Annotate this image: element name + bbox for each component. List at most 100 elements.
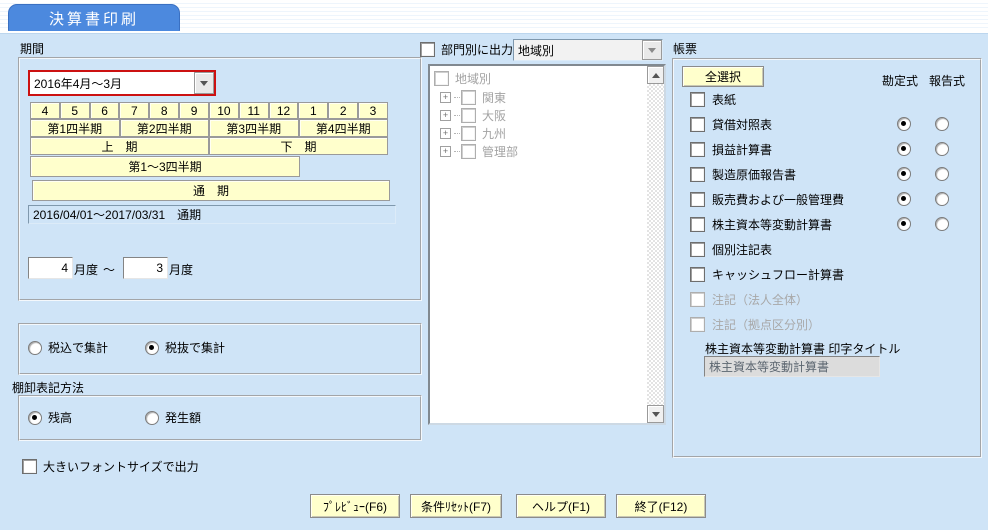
fiscal-year-dropdown[interactable]: 2016年4月～3月 [28,70,216,96]
form-label: 製造原価報告書 [712,167,797,182]
sga-account-radio[interactable] [897,192,911,206]
form-row-sga[interactable]: 販売費および一般管理費 [690,191,844,207]
month-button-1[interactable]: 1 [298,102,329,119]
scroll-down-button[interactable] [647,405,664,423]
tree-item-root[interactable]: 地域別 [434,70,491,86]
form-checkbox[interactable] [690,216,705,232]
balance-label: 残高 [48,411,73,425]
form-checkbox[interactable] [690,91,705,107]
form-checkbox[interactable] [690,241,705,257]
month-button-9[interactable]: 9 [179,102,209,119]
balance-radio[interactable] [28,410,42,425]
tree-item-osaka[interactable]: + 大阪 [440,107,506,123]
equity-statement-report-radio[interactable] [935,217,949,231]
department-output-label: 部門別に出力 [441,43,514,57]
form-checkbox[interactable] [690,141,705,157]
forms-section-label: 帳票 [673,42,698,56]
tree-item-kyushu[interactable]: + 九州 [440,125,506,141]
tax-excluded-label: 税抜で集計 [165,341,226,355]
preview-button[interactable]: ﾌﾟﾚﾋﾞｭｰ(F6) [310,494,400,518]
tax-included-option[interactable]: 税込で集計 [28,339,108,356]
dropdown-arrow-button[interactable] [194,72,214,94]
income-statement-account-radio[interactable] [897,142,911,156]
form-checkbox[interactable] [690,191,705,207]
form-row-manufacturing-cost[interactable]: 製造原価報告書 [690,166,796,182]
inventory-panel [18,395,422,441]
tree-expand-icon[interactable]: + [440,127,451,139]
dropdown-arrow-button[interactable] [642,40,662,60]
tree-expand-icon[interactable]: + [440,145,451,157]
month-button-8[interactable]: 8 [149,102,180,119]
tree-scrollbar[interactable] [647,66,664,423]
balance-sheet-account-radio[interactable] [897,117,911,131]
occurrence-label: 発生額 [165,411,202,425]
form-checkbox[interactable] [690,266,705,282]
tree-expand-icon[interactable]: + [440,91,451,103]
month-to-input[interactable]: 3 [123,257,168,279]
tree-item-checkbox[interactable] [461,143,476,159]
occurrence-option[interactable]: 発生額 [145,409,201,426]
balance-option[interactable]: 残高 [28,409,72,426]
exit-button[interactable]: 終了(F12) [616,494,706,518]
department-type-dropdown[interactable]: 地域別 [513,39,663,61]
form-row-individual-notes[interactable]: 個別注記表 [690,241,772,257]
quarter-2-button[interactable]: 第2四半期 [119,119,209,137]
first-half-button[interactable]: 上 期 [30,137,209,155]
report-format-column-header: 報告式 [929,74,966,88]
second-half-button[interactable]: 下 期 [209,137,388,155]
print-title-input[interactable]: 株主資本等変動計算書 [704,356,880,377]
manufacturing-cost-account-radio[interactable] [897,167,911,181]
manufacturing-cost-report-radio[interactable] [935,167,949,181]
scroll-up-button[interactable] [647,66,664,84]
month-button-3[interactable]: 3 [358,102,388,119]
form-checkbox[interactable] [690,116,705,132]
form-row-income-statement[interactable]: 損益計算書 [690,141,772,157]
quarter-4-button[interactable]: 第4四半期 [298,119,388,137]
tree-expand-icon[interactable]: + [440,109,451,121]
tree-root-checkbox[interactable] [434,70,449,86]
form-row-cover[interactable]: 表紙 [690,91,736,107]
tax-excluded-radio[interactable] [145,340,159,355]
balance-sheet-report-radio[interactable] [935,117,949,131]
income-statement-report-radio[interactable] [935,142,949,156]
tree-item-checkbox[interactable] [461,125,476,141]
form-checkbox[interactable] [690,166,705,182]
form-label: 個別注記表 [712,242,773,257]
q1-to-q3-button[interactable]: 第1～3四半期 [30,156,300,177]
full-term-button[interactable]: 通 期 [32,180,390,201]
form-row-cash-flow[interactable]: キャッシュフロー計算書 [690,266,844,282]
quarter-1-button[interactable]: 第1四半期 [30,119,120,137]
department-tree[interactable]: 地域別 + 関東 + 大阪 + 九州 + 管理部 [428,64,666,425]
tree-item-checkbox[interactable] [461,107,476,123]
month-button-2[interactable]: 2 [328,102,359,119]
month-button-12[interactable]: 12 [268,102,299,119]
form-row-equity-statement[interactable]: 株主資本等変動計算書 [690,216,832,232]
month-button-6[interactable]: 6 [89,102,120,119]
equity-statement-account-radio[interactable] [897,217,911,231]
tree-item-kanto[interactable]: + 関東 [440,89,506,105]
tax-included-radio[interactable] [28,340,42,355]
month-button-5[interactable]: 5 [59,102,90,119]
form-row-balance-sheet[interactable]: 貸借対照表 [690,116,772,132]
large-font-checkbox[interactable] [22,459,37,474]
help-button[interactable]: ヘルプ(F1) [516,494,606,518]
tree-item-kanribu[interactable]: + 管理部 [440,143,518,159]
select-all-button[interactable]: 全選択 [682,66,764,87]
month-button-4[interactable]: 4 [30,102,60,119]
tree-item-checkbox[interactable] [461,89,476,105]
tree-connector [454,96,460,98]
department-output-checkbox[interactable] [420,42,435,57]
quarter-3-button[interactable]: 第3四半期 [209,119,299,137]
reset-conditions-button[interactable]: 条件ﾘｾｯﾄ(F7) [410,494,502,518]
sga-report-radio[interactable] [935,192,949,206]
month-from-unit-label: 月度 [74,263,99,277]
month-from-input[interactable]: 4 [28,257,73,279]
month-button-7[interactable]: 7 [119,102,150,119]
large-font-option[interactable]: 大きいフォントサイズで出力 [22,458,199,475]
month-button-11[interactable]: 11 [238,102,269,119]
occurrence-radio[interactable] [145,410,159,425]
department-output-option[interactable]: 部門別に出力 [420,41,513,58]
month-to-unit-label: 月度 [169,263,194,277]
month-button-10[interactable]: 10 [208,102,239,119]
tax-excluded-option[interactable]: 税抜で集計 [145,339,225,356]
